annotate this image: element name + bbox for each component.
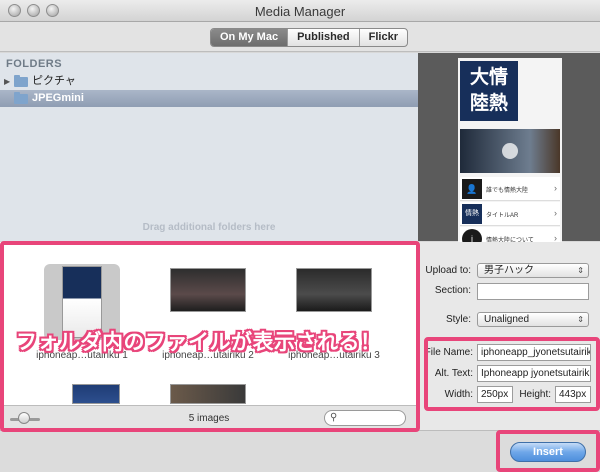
width-label: Width: [444, 389, 473, 400]
play-icon [502, 143, 518, 159]
disclosure-triangle-icon[interactable]: ▶ [4, 73, 10, 90]
file-name-label: File Name: [424, 347, 473, 358]
folder-icon [14, 75, 28, 87]
style-label: Style: [445, 314, 471, 325]
upload-to-label: Upload to: [425, 265, 471, 276]
annotation-caption: フォルダ内のファイルが表示される！ [16, 331, 382, 354]
folder-label: JPEGmini [32, 92, 84, 104]
folders-pane: FOLDERS ▶ ピクチャ JPEGmini Drag additional … [0, 53, 418, 241]
app-logo: 大情陸熱 [460, 61, 518, 121]
logo-icon: 情熱 [462, 204, 482, 224]
folder-label: ピクチャ [32, 75, 76, 87]
insert-button[interactable]: Insert [510, 442, 586, 462]
chevron-right-icon: › [554, 183, 557, 193]
section-label: Section: [434, 285, 471, 296]
title-bar: Media Manager [0, 0, 600, 22]
preview-image: 大情陸熱 👤 誰でも情熱大陸 › 情熱 タイトルAR › i 情熱大陸について … [458, 58, 562, 251]
select-arrows-icon: ⇕ [577, 266, 584, 275]
window-title: Media Manager [254, 4, 346, 19]
upload-to-value: 男子ハック [484, 265, 534, 276]
drag-folders-hint: Drag additional folders here [142, 222, 276, 233]
height-field[interactable]: 443px [555, 386, 591, 403]
alt-text-field[interactable]: Iphoneapp jyonetsutairiku [477, 365, 591, 382]
folders-heading: FOLDERS [6, 58, 63, 70]
thumbnail-image [170, 268, 246, 312]
preview-list-item: 情熱 タイトルAR › [460, 202, 560, 226]
grid-status-bar: 5 images ⚲ [0, 405, 418, 430]
thumbnail-image [72, 384, 120, 404]
folder-item-jpegmini[interactable]: JPEGmini [0, 90, 418, 107]
preview-list-item: 👤 誰でも情熱大陸 › [460, 177, 560, 201]
width-field[interactable]: 250px [477, 386, 513, 403]
toolbar: On My Mac Published Flickr [0, 22, 600, 52]
tab-published[interactable]: Published [288, 29, 360, 46]
tab-flickr[interactable]: Flickr [360, 29, 407, 46]
height-label: Height: [519, 389, 551, 400]
folder-item-pictures[interactable]: ▶ ピクチャ [0, 73, 418, 90]
video-thumbnail [460, 129, 560, 173]
person-icon: 👤 [462, 179, 482, 199]
upload-to-select[interactable]: 男子ハック ⇕ [477, 263, 589, 278]
section-field[interactable] [477, 283, 589, 300]
search-icon: ⚲ [330, 412, 338, 423]
details-pane: Upload to: 男子ハック ⇕ Section: Style: Unali… [418, 242, 600, 430]
alt-text-label: Alt. Text: [434, 368, 473, 379]
source-tabs: On My Mac Published Flickr [210, 28, 408, 47]
select-arrows-icon: ⇕ [577, 315, 584, 324]
style-value: Unaligned [484, 314, 530, 325]
thumbnail-image [170, 384, 246, 404]
thumbnail-image [296, 268, 372, 312]
chevron-right-icon: › [554, 208, 557, 218]
folder-icon [14, 92, 28, 104]
file-name-field[interactable]: iphoneapp_jyonetsutairiku [477, 344, 591, 361]
tab-on-my-mac[interactable]: On My Mac [211, 29, 289, 46]
preview-pane: 大情陸熱 👤 誰でも情熱大陸 › 情熱 タイトルAR › i 情熱大陸について … [418, 53, 600, 251]
search-input[interactable]: ⚲ [324, 410, 406, 426]
style-select[interactable]: Unaligned ⇕ [477, 312, 589, 327]
